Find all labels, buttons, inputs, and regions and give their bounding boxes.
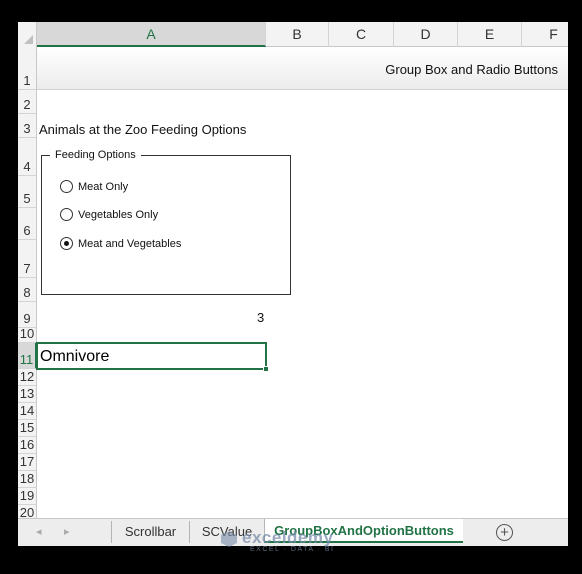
select-all-corner[interactable]: [18, 22, 37, 47]
row-header-9[interactable]: 9: [18, 302, 37, 328]
column-header-e[interactable]: E: [458, 22, 522, 47]
radio-label: Vegetables Only: [78, 208, 159, 221]
worksheet[interactable]: A B C D E F 1 2 3 4 5 6 7 8 9 10 11 12 1…: [18, 22, 568, 518]
row-header-8[interactable]: 8: [18, 278, 37, 302]
row-header-14[interactable]: 14: [18, 403, 37, 420]
row-header-6[interactable]: 6: [18, 208, 37, 240]
row-header-15[interactable]: 15: [18, 420, 37, 437]
row-header-1[interactable]: 1: [18, 47, 37, 90]
column-header-f[interactable]: F: [522, 22, 568, 47]
cell-a11-result: Omnivore: [40, 348, 110, 365]
watermark-name: exceldemy: [242, 528, 334, 547]
row-header-5[interactable]: 5: [18, 176, 37, 208]
row-header-18[interactable]: 18: [18, 471, 37, 488]
cell-a3[interactable]: Animals at the Zoo Feeding Options: [39, 122, 246, 137]
row-header-11[interactable]: 11: [18, 343, 37, 369]
cell-b9-linked-value[interactable]: 3: [257, 310, 264, 325]
row-header-12[interactable]: 12: [18, 369, 37, 386]
row-header-4[interactable]: 4: [18, 138, 37, 176]
column-header-d[interactable]: D: [394, 22, 458, 47]
row-header-19[interactable]: 19: [18, 488, 37, 505]
group-box-title: Feeding Options: [50, 149, 141, 161]
radio-circle-checked-icon[interactable]: [60, 237, 73, 250]
row-header-2[interactable]: 2: [18, 90, 37, 114]
column-header-b[interactable]: B: [266, 22, 329, 47]
fill-handle[interactable]: [263, 366, 269, 372]
row-header-17[interactable]: 17: [18, 454, 37, 471]
watermark-icon: [221, 531, 237, 547]
next-sheet-icon[interactable]: ▸: [64, 525, 70, 538]
title-banner[interactable]: Group Box and Radio Buttons: [37, 47, 568, 90]
radio-meat-only[interactable]: Meat Only: [60, 180, 128, 193]
row-header-3[interactable]: 3: [18, 114, 37, 138]
prev-sheet-icon[interactable]: ◂: [36, 525, 42, 538]
banner-title: Group Box and Radio Buttons: [385, 62, 558, 77]
radio-label: Meat and Vegetables: [78, 237, 182, 250]
row-header-13[interactable]: 13: [18, 386, 37, 403]
radio-circle-icon[interactable]: [60, 208, 73, 221]
radio-meat-and-vegetables[interactable]: Meat and Vegetables: [60, 237, 181, 250]
radio-label: Meat Only: [78, 180, 129, 193]
tab-scrollbar[interactable]: Scrollbar: [111, 521, 189, 543]
column-header-a[interactable]: A: [37, 22, 266, 47]
column-header-bar: A B C D E F: [18, 22, 568, 47]
selected-cell-a11[interactable]: Omnivore: [36, 342, 269, 372]
row-header-20[interactable]: 20: [18, 505, 37, 518]
column-header-c[interactable]: C: [329, 22, 394, 47]
feeding-options-group-box[interactable]: Feeding Options Meat Only Vegetables Onl…: [41, 149, 291, 295]
row-header-10[interactable]: 10: [18, 326, 37, 343]
add-sheet-icon[interactable]: +: [496, 524, 513, 541]
radio-circle-icon[interactable]: [60, 180, 73, 193]
radio-vegetables-only[interactable]: Vegetables Only: [60, 208, 158, 221]
row-header-16[interactable]: 16: [18, 437, 37, 454]
watermark-logo: exceldemy EXCEL · DATA · BI: [220, 528, 335, 553]
row-header-7[interactable]: 7: [18, 240, 37, 278]
watermark-subtitle: EXCEL · DATA · BI: [250, 546, 335, 553]
